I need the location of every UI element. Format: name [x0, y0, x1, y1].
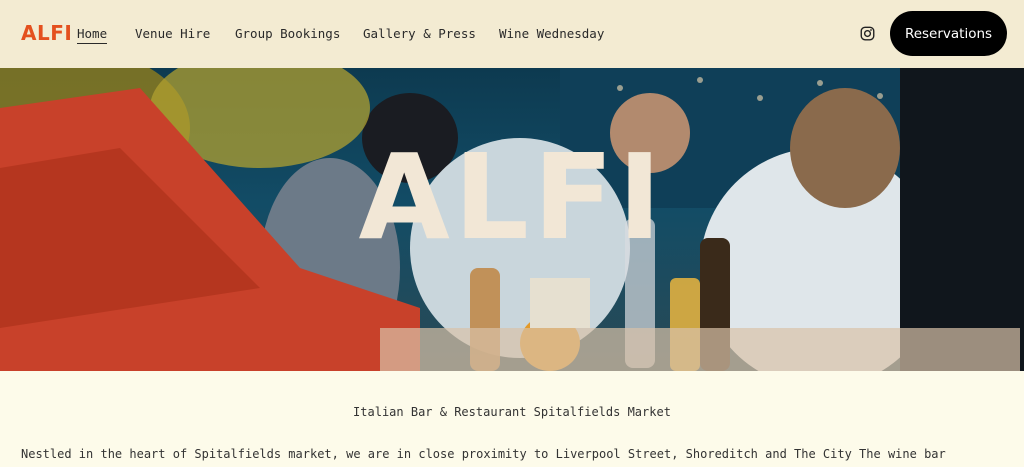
nav-group-bookings[interactable]: Group Bookings	[235, 26, 340, 41]
nav-wine-wednesday[interactable]: Wine Wednesday	[499, 26, 604, 41]
tagline: Italian Bar & Restaurant Spitalfields Ma…	[353, 405, 671, 419]
nav-home[interactable]: Home	[77, 26, 108, 44]
site-logo[interactable]: ALFI	[21, 21, 72, 45]
hero-title: ALFI	[358, 128, 666, 266]
instagram-icon[interactable]	[860, 26, 875, 41]
reservations-button[interactable]: Reservations	[890, 11, 1007, 56]
hero-banner: ALFI	[0, 68, 1024, 371]
nav-venue-hire[interactable]: Venue Hire	[135, 26, 210, 41]
nav-gallery-press[interactable]: Gallery & Press	[363, 26, 476, 41]
intro-paragraph: Nestled in the heart of Spitalfields mar…	[21, 447, 946, 461]
site-header: ALFI Home Venue Hire Group Bookings Gall…	[0, 0, 1024, 68]
